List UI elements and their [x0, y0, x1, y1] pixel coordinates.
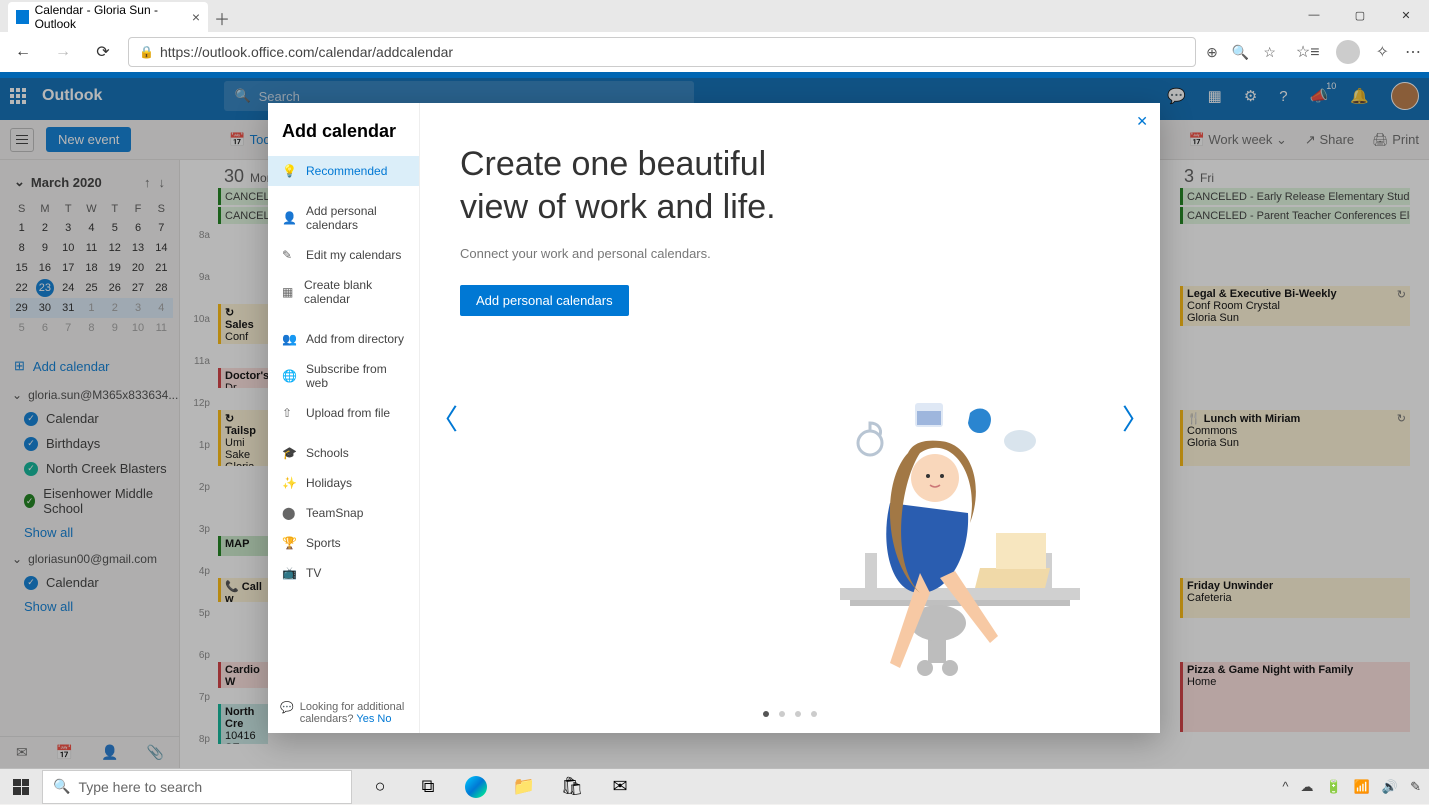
sports-icon: 🏆 [282, 536, 296, 550]
modal-sidebar: Add calendar 💡Recommended 👤Add personal … [268, 103, 420, 733]
tab-row: Calendar - Gloria Sun - Outlook × ＋ — ▢ … [0, 0, 1429, 32]
close-window-button[interactable]: ✕ [1383, 0, 1429, 30]
favorite-icon[interactable]: ☆ [1263, 44, 1276, 61]
favorites-icon[interactable]: ☆≡ [1296, 42, 1320, 62]
tab-title: Calendar - Gloria Sun - Outlook [35, 3, 186, 31]
directory-icon: 👥 [282, 332, 296, 346]
carousel-dot-3[interactable] [795, 711, 801, 717]
add-tab-icon[interactable]: ⊕ [1206, 44, 1218, 61]
wifi-icon[interactable]: 📶 [1354, 779, 1370, 795]
favicon [16, 10, 29, 24]
modal-item-directory[interactable]: 👥Add from directory [268, 324, 419, 354]
onedrive-icon[interactable]: ☁ [1301, 779, 1314, 795]
address-bar[interactable]: 🔒 https://outlook.office.com/calendar/ad… [128, 37, 1196, 67]
profile-avatar[interactable] [1336, 40, 1360, 64]
modal-item-tv[interactable]: 📺TV [268, 558, 419, 588]
system-tray: ^ ☁ 🔋 📶 🔊 ✎ [1282, 779, 1429, 795]
pen-icon[interactable]: ✎ [1410, 779, 1421, 795]
carousel-dots [763, 711, 817, 717]
taskbar-search[interactable]: 🔍 Type here to search [42, 770, 352, 804]
modal-item-upload[interactable]: ⇧Upload from file [268, 398, 419, 428]
modal-title: Add calendar [268, 111, 419, 156]
person-icon: 👤 [282, 211, 296, 225]
taskview-icon[interactable]: ⧉ [408, 769, 448, 805]
browser-tab[interactable]: Calendar - Gloria Sun - Outlook × [8, 2, 208, 32]
zoom-icon[interactable]: 🔍 [1232, 44, 1249, 61]
holiday-icon: ✨ [282, 476, 296, 490]
tab-close-icon[interactable]: × [192, 9, 200, 25]
feedback-yes[interactable]: Yes [356, 713, 374, 725]
illustration [820, 393, 1100, 693]
volume-icon[interactable]: 🔊 [1382, 779, 1398, 795]
tray-expand-icon[interactable]: ^ [1282, 779, 1288, 794]
collections-icon[interactable]: ✧ [1376, 42, 1389, 62]
modal-footer: 💬 Looking for additional calendars? Yes … [280, 701, 410, 725]
tv-icon: 📺 [282, 566, 296, 580]
carousel-dot-1[interactable] [763, 711, 769, 717]
modal-item-web[interactable]: 🌐Subscribe from web [268, 354, 419, 398]
upload-icon: ⇧ [282, 406, 296, 420]
modal-item-recommended[interactable]: 💡Recommended [268, 156, 419, 186]
add-calendar-modal: Add calendar 💡Recommended 👤Add personal … [268, 103, 1160, 733]
explorer-icon[interactable]: 📁 [504, 769, 544, 805]
browser-right-icons: ☆≡ ✧ ⋯ [1296, 40, 1421, 64]
carousel-next-icon[interactable]: 〉 [1122, 398, 1150, 438]
taskbar-pinned: ○ ⧉ 📁 🛍 ✉ [360, 769, 640, 805]
windows-taskbar: 🔍 Type here to search ○ ⧉ 📁 🛍 ✉ ^ ☁ 🔋 📶 … [0, 768, 1429, 804]
modal-main: ✕ Create one beautifulview of work and l… [420, 103, 1160, 733]
browser-chrome: Calendar - Gloria Sun - Outlook × ＋ — ▢ … [0, 0, 1429, 72]
add-personal-calendars-button[interactable]: Add personal calendars [460, 285, 629, 316]
modal-item-edit[interactable]: ✎Edit my calendars [268, 240, 419, 270]
battery-icon[interactable]: 🔋 [1326, 779, 1342, 795]
back-button[interactable]: ← [8, 43, 38, 61]
cortana-icon[interactable]: ○ [360, 769, 400, 805]
search-icon: 🔍 [53, 778, 70, 795]
modal-item-add-personal[interactable]: 👤Add personal calendars [268, 196, 419, 240]
forward-button[interactable]: → [48, 43, 78, 61]
window-controls: — ▢ ✕ [1291, 0, 1429, 30]
start-button[interactable] [0, 769, 42, 805]
address-actions: ⊕ 🔍 ☆ [1206, 44, 1276, 61]
lightbulb-icon: 💡 [282, 164, 296, 178]
globe-icon: 🌐 [282, 369, 296, 383]
hero-subtext: Connect your work and personal calendars… [460, 246, 1120, 261]
refresh-button[interactable]: ⟳ [88, 42, 118, 62]
menu-icon[interactable]: ⋯ [1405, 42, 1421, 62]
minimize-button[interactable]: — [1291, 0, 1337, 30]
taskbar-search-placeholder: Type here to search [78, 779, 202, 795]
modal-item-blank[interactable]: ▦Create blank calendar [268, 270, 419, 314]
store-icon[interactable]: 🛍 [552, 769, 592, 805]
new-tab-button[interactable]: ＋ [208, 4, 236, 32]
carousel-prev-icon[interactable]: 〈 [430, 398, 458, 438]
hero-heading: Create one beautifulview of work and lif… [460, 143, 820, 228]
modal-item-teamsnap[interactable]: ⬤TeamSnap [268, 498, 419, 528]
pencil-icon: ✎ [282, 248, 296, 262]
maximize-button[interactable]: ▢ [1337, 0, 1383, 30]
carousel-dot-4[interactable] [811, 711, 817, 717]
modal-item-holidays[interactable]: ✨Holidays [268, 468, 419, 498]
teamsnap-icon: ⬤ [282, 506, 296, 520]
modal-close-icon[interactable]: ✕ [1136, 113, 1148, 130]
address-row: ← → ⟳ 🔒 https://outlook.office.com/calen… [0, 32, 1429, 72]
edge-app-icon[interactable] [456, 769, 496, 805]
mail-app-icon[interactable]: ✉ [600, 769, 640, 805]
feedback-no[interactable]: No [377, 713, 391, 725]
carousel-dot-2[interactable] [779, 711, 785, 717]
modal-item-schools[interactable]: 🎓Schools [268, 438, 419, 468]
url-text: https://outlook.office.com/calendar/addc… [160, 44, 453, 60]
calendar-blank-icon: ▦ [282, 285, 294, 299]
school-icon: 🎓 [282, 446, 296, 460]
modal-item-sports[interactable]: 🏆Sports [268, 528, 419, 558]
feedback-icon: 💬 [280, 701, 294, 714]
lock-icon: 🔒 [139, 45, 154, 59]
